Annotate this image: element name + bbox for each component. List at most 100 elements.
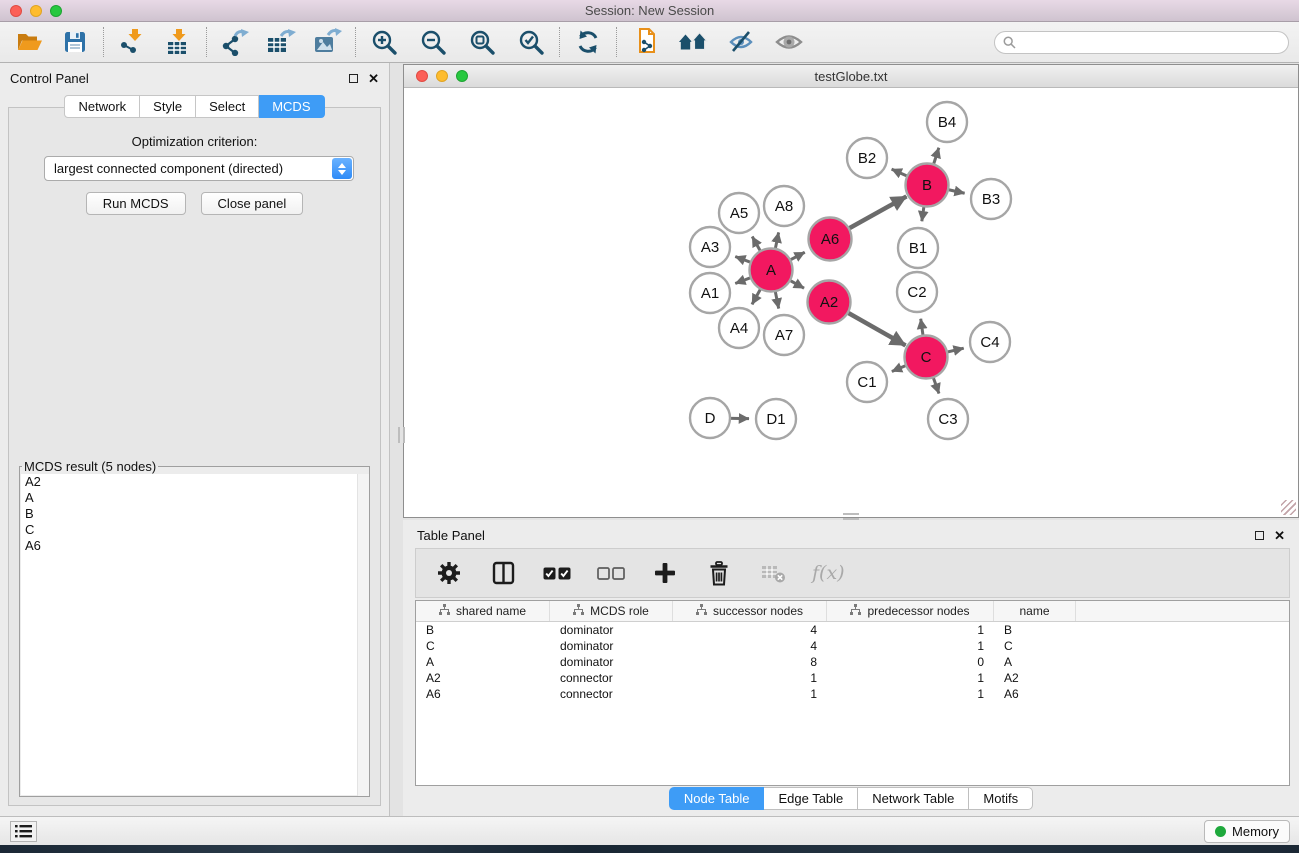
table-cell[interactable]: B xyxy=(416,622,550,638)
graph-node-D1[interactable]: D1 xyxy=(756,399,796,439)
export-image-icon[interactable] xyxy=(312,27,342,57)
table-cell[interactable]: 8 xyxy=(673,654,827,670)
table-cell[interactable]: 0 xyxy=(827,654,994,670)
graph-node-C1[interactable]: C1 xyxy=(847,362,887,402)
table-cell[interactable]: A6 xyxy=(416,686,550,702)
network-close-button[interactable] xyxy=(416,70,428,82)
table-cell[interactable]: 1 xyxy=(827,670,994,686)
mcds-result-item[interactable]: C xyxy=(21,522,368,538)
mcds-result-item[interactable]: A6 xyxy=(21,538,368,554)
task-history-button[interactable] xyxy=(10,821,37,842)
memory-button[interactable]: Memory xyxy=(1204,820,1290,843)
table-cell[interactable]: A2 xyxy=(994,670,1076,686)
new-network-from-selection-icon[interactable] xyxy=(630,27,660,57)
zoom-out-icon[interactable] xyxy=(418,27,448,57)
graph-node-A7[interactable]: A7 xyxy=(764,315,804,355)
table-row[interactable]: A2connector11A2 xyxy=(416,670,1289,686)
zoom-fit-icon[interactable] xyxy=(467,27,497,57)
table-cell[interactable]: A xyxy=(416,654,550,670)
first-neighbors-icon[interactable] xyxy=(678,27,708,57)
graph-node-C3[interactable]: C3 xyxy=(928,399,968,439)
window-resize-grip[interactable] xyxy=(1281,500,1296,515)
vertical-splitter-handle[interactable] xyxy=(398,427,405,443)
graph-node-B2[interactable]: B2 xyxy=(847,138,887,178)
table-cell[interactable]: connector xyxy=(550,686,673,702)
tab-motifs[interactable]: Motifs xyxy=(969,787,1033,810)
zoom-selected-icon[interactable] xyxy=(516,27,546,57)
zoom-window-button[interactable] xyxy=(50,5,62,17)
table-settings-gear-icon[interactable] xyxy=(434,558,464,588)
table-cell[interactable]: 4 xyxy=(673,638,827,654)
table-row[interactable]: A6connector11A6 xyxy=(416,686,1289,702)
graph-node-A2[interactable]: A2 xyxy=(808,281,851,324)
graph-node-D[interactable]: D xyxy=(690,398,730,438)
graph-node-A4[interactable]: A4 xyxy=(719,308,759,348)
open-file-icon[interactable] xyxy=(14,27,44,57)
import-network-icon[interactable] xyxy=(117,27,147,57)
graph-node-B4[interactable]: B4 xyxy=(927,102,967,142)
search-input[interactable] xyxy=(1022,35,1280,49)
column-header-predecessor-nodes[interactable]: predecessor nodes xyxy=(827,601,994,621)
save-session-icon[interactable] xyxy=(60,27,90,57)
graph-node-A1[interactable]: A1 xyxy=(690,273,730,313)
mcds-result-item[interactable]: A2 xyxy=(21,474,368,490)
table-cell[interactable]: A6 xyxy=(994,686,1076,702)
graph-node-B[interactable]: B xyxy=(906,164,949,207)
select-all-rows-icon[interactable] xyxy=(542,558,572,588)
column-header-MCDS-role[interactable]: MCDS role xyxy=(550,601,673,621)
mcds-result-item[interactable]: A xyxy=(21,490,368,506)
table-cell[interactable]: dominator xyxy=(550,638,673,654)
table-cell[interactable]: connector xyxy=(550,670,673,686)
delete-column-trash-icon[interactable] xyxy=(704,558,734,588)
graph-node-C[interactable]: C xyxy=(905,336,948,379)
table-cell[interactable]: C xyxy=(994,638,1076,654)
tab-node-table[interactable]: Node Table xyxy=(669,787,765,810)
tab-network-table[interactable]: Network Table xyxy=(858,787,969,810)
float-panel-icon[interactable] xyxy=(349,74,358,83)
close-panel-icon[interactable]: ✕ xyxy=(1274,529,1285,542)
add-column-icon[interactable] xyxy=(650,558,680,588)
select-columns-icon[interactable] xyxy=(488,558,518,588)
table-cell[interactable]: 4 xyxy=(673,622,827,638)
network-minimize-button[interactable] xyxy=(436,70,448,82)
tab-mcds[interactable]: MCDS xyxy=(259,95,324,118)
table-cell[interactable]: 1 xyxy=(827,638,994,654)
graph-node-A[interactable]: A xyxy=(750,249,793,292)
horizontal-splitter-handle[interactable] xyxy=(843,513,859,520)
graph-node-A8[interactable]: A8 xyxy=(764,186,804,226)
table-row[interactable]: Adominator80A xyxy=(416,654,1289,670)
network-window-titlebar[interactable]: testGlobe.txt xyxy=(404,65,1298,88)
network-zoom-button[interactable] xyxy=(456,70,468,82)
run-mcds-button[interactable]: Run MCDS xyxy=(86,192,186,215)
graph-node-B1[interactable]: B1 xyxy=(898,228,938,268)
graph-node-A5[interactable]: A5 xyxy=(719,193,759,233)
table-cell[interactable]: B xyxy=(994,622,1076,638)
tab-edge-table[interactable]: Edge Table xyxy=(764,787,858,810)
column-header-name[interactable]: name xyxy=(994,601,1076,621)
table-cell[interactable]: 1 xyxy=(827,686,994,702)
table-cell[interactable]: dominator xyxy=(550,654,673,670)
table-row[interactable]: Bdominator41B xyxy=(416,622,1289,638)
close-panel-button[interactable]: Close panel xyxy=(201,192,304,215)
tab-style[interactable]: Style xyxy=(140,95,196,118)
table-row[interactable]: Cdominator41C xyxy=(416,638,1289,654)
search-box[interactable] xyxy=(994,31,1289,54)
table-cell[interactable]: 1 xyxy=(827,622,994,638)
criterion-dropdown[interactable]: largest connected component (directed) xyxy=(44,156,354,181)
graph-node-C2[interactable]: C2 xyxy=(897,272,937,312)
zoom-in-icon[interactable] xyxy=(369,27,399,57)
table-cell[interactable]: 1 xyxy=(673,670,827,686)
graph-node-B3[interactable]: B3 xyxy=(971,179,1011,219)
export-network-icon[interactable] xyxy=(220,27,250,57)
network-canvas[interactable]: B4B2BB3A8A5A6B1A3AA1C2A2A4A7C4CC1C3DD1 xyxy=(404,89,1298,517)
graph-node-A6[interactable]: A6 xyxy=(809,218,852,261)
table-cell[interactable]: 1 xyxy=(673,686,827,702)
column-header-shared-name[interactable]: shared name xyxy=(416,601,550,621)
show-graphics-details-icon[interactable] xyxy=(726,27,756,57)
mcds-result-item[interactable]: B xyxy=(21,506,368,522)
table-cell[interactable]: A xyxy=(994,654,1076,670)
graph-node-C4[interactable]: C4 xyxy=(970,322,1010,362)
table-cell[interactable]: C xyxy=(416,638,550,654)
refresh-icon[interactable] xyxy=(573,27,603,57)
column-header-successor-nodes[interactable]: successor nodes xyxy=(673,601,827,621)
